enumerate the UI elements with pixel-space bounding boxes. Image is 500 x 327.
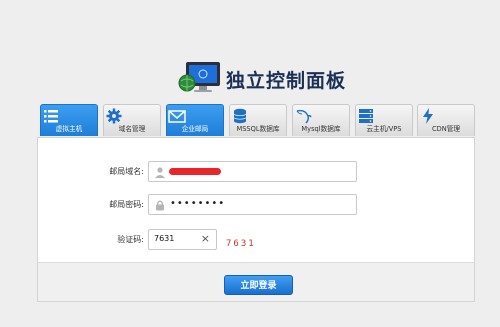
password-mask: •••••••• [170, 198, 226, 209]
tab-cdn[interactable]: CDN管理 [417, 104, 475, 136]
lightning-icon [423, 108, 433, 124]
captcha-value: 7631 [154, 234, 175, 243]
captcha-image[interactable]: 7631 [226, 239, 256, 249]
tab-label: 虚拟主机 [55, 125, 83, 133]
password-label: 邮局密码: [109, 200, 144, 209]
dolphin-icon [296, 109, 312, 124]
monitor-globe-icon [178, 62, 220, 92]
tab-label: 云主机/VPS [366, 125, 402, 133]
tab-label: 域名管理 [118, 125, 146, 133]
tab-domain-management[interactable]: 域名管理 [103, 104, 161, 136]
login-button[interactable]: 立即登录 [224, 275, 293, 295]
database-icon [233, 108, 247, 124]
tab-label: 企业邮局 [181, 125, 209, 133]
captcha-label: 验证码: [117, 235, 144, 244]
tab-cloud-vps[interactable]: 云主机/VPS [355, 104, 413, 136]
tab-enterprise-mail[interactable]: 企业邮局 [166, 104, 224, 136]
list-icon [44, 110, 58, 123]
tab-mssql[interactable]: MSSQL数据库 [229, 104, 287, 136]
clear-icon[interactable]: × [201, 232, 210, 245]
envelope-icon [168, 110, 186, 123]
lock-icon [156, 200, 164, 211]
page-title: 独立控制面板 [226, 70, 347, 92]
mail-domain-input[interactable] [148, 161, 357, 182]
product-tabs: 虚拟主机 域名管理 企业邮局 MSSQL数据库 Mysql数据库 云主机/VPS… [40, 104, 475, 138]
tab-mysql[interactable]: Mysql数据库 [292, 104, 350, 136]
gear-icon [106, 108, 122, 124]
mail-password-input[interactable]: •••••••• [148, 194, 357, 215]
user-icon [155, 167, 165, 178]
server-icon [359, 109, 373, 123]
tab-label: MSSQL数据库 [236, 125, 280, 133]
captcha-input[interactable]: 7631 × [148, 229, 217, 250]
domain-label: 邮局域名: [109, 167, 144, 176]
tab-virtual-host[interactable]: 虚拟主机 [40, 104, 98, 136]
redacted-value [169, 168, 221, 175]
brand-header: 独立控制面板 [170, 60, 370, 100]
tab-label: Mysql数据库 [301, 125, 341, 133]
tab-label: CDN管理 [431, 125, 461, 133]
